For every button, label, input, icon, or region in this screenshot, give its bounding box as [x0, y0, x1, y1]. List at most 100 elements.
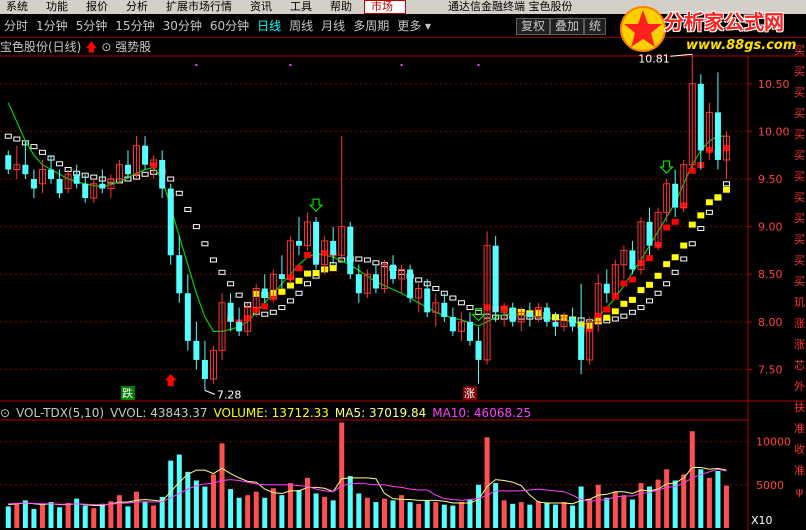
- volume-bar: [433, 502, 439, 528]
- sell-arrow-icon: [164, 374, 177, 387]
- volume-bar: [399, 495, 405, 528]
- volume-bar: [253, 491, 259, 528]
- ma-white-block: [663, 281, 671, 287]
- volume-bar: [236, 497, 242, 528]
- candles: [5, 54, 730, 391]
- volume-bar: [416, 503, 422, 528]
- top-marker-dot: [289, 64, 292, 66]
- volume-bar: [535, 501, 541, 528]
- ma-white-block: [269, 309, 277, 315]
- price-tick-label: 8.00: [758, 316, 783, 329]
- candle-body-down: [176, 255, 183, 294]
- volume-bar: [723, 485, 729, 528]
- candle-body-down: [124, 164, 131, 175]
- volume-bar: [518, 502, 524, 528]
- volume-bar: [74, 498, 80, 528]
- volume-bar: [381, 498, 387, 528]
- candle-body-down: [629, 250, 636, 270]
- ma-white-block: [705, 209, 713, 215]
- candle-body-down: [22, 164, 29, 175]
- volume-bar: [313, 493, 319, 528]
- candle-body-down: [492, 245, 499, 313]
- volume-bar: [689, 431, 695, 528]
- ma-white-block: [286, 298, 294, 304]
- candle-body-down: [99, 183, 106, 189]
- volume-bar: [510, 503, 516, 528]
- volume-bar: [287, 483, 293, 528]
- band-yellow-block: [688, 221, 696, 228]
- band-yellow-block: [697, 212, 705, 219]
- band-red-block: [646, 255, 654, 262]
- chart-canvas[interactable]: 10.81 7.28 跌 涨 X10 7.50 8.00 8.50 9.00 9.50 10.00…: [0, 0, 806, 530]
- ma-white-block: [449, 295, 457, 301]
- volume-bar: [82, 505, 88, 528]
- volume-bar: [493, 483, 499, 528]
- top-marker-dot: [400, 64, 403, 66]
- band-red-block: [628, 276, 636, 283]
- candle-body-down: [184, 293, 191, 341]
- buy-arrow-icon: [308, 198, 324, 212]
- candle-body-down: [159, 159, 166, 189]
- volume-bar: [193, 480, 199, 528]
- volume-bar: [270, 488, 276, 528]
- ma-white-block: [637, 305, 645, 311]
- candle-body-down: [407, 269, 414, 299]
- volume-bar: [604, 497, 610, 528]
- band-yellow-block: [705, 199, 713, 206]
- candle-body-down: [449, 317, 456, 332]
- candle-body-down: [347, 226, 354, 275]
- volume-bar: [228, 489, 234, 528]
- volume-bar: [356, 493, 362, 528]
- ma-white-block: [628, 309, 636, 315]
- candle-body-down: [330, 240, 337, 256]
- ma-white-block: [38, 149, 46, 155]
- volume-bar: [142, 502, 148, 528]
- volume-bar: [151, 505, 157, 528]
- volume-bar: [698, 469, 704, 528]
- volume-bar: [561, 502, 567, 528]
- volume-bar: [65, 502, 71, 528]
- ma-white-block: [688, 241, 696, 247]
- candle-body-down: [569, 317, 576, 327]
- band-yellow-block: [654, 272, 662, 279]
- candle-body-down: [73, 174, 80, 184]
- band-red-block: [620, 280, 628, 287]
- band-yellow-block: [611, 308, 619, 315]
- candle-body-down: [167, 188, 174, 256]
- ma-white-block: [184, 206, 192, 212]
- volume-bar: [364, 497, 370, 528]
- vol-tick-label: 5000: [756, 479, 784, 492]
- volume-bar: [39, 504, 45, 528]
- volume-bar: [655, 479, 661, 528]
- ma-white-block: [218, 269, 226, 275]
- ma-white-block: [355, 256, 363, 262]
- candle-body-down: [236, 321, 243, 332]
- band-yellow-block: [680, 242, 688, 249]
- volume-bar: [373, 502, 379, 528]
- buy-arrow-icon: [659, 160, 674, 174]
- ma-white-block: [295, 290, 303, 296]
- volume-bar: [5, 506, 11, 528]
- ma-white-block: [646, 298, 654, 304]
- candle-body-down: [390, 264, 397, 279]
- vol-scale-label: X10: [751, 514, 773, 527]
- candle-body-down: [697, 83, 704, 151]
- ma-white-block: [457, 300, 465, 306]
- candle-body-down: [355, 274, 362, 294]
- ma-white-block: [466, 305, 474, 311]
- price-tick-label: 9.00: [758, 221, 783, 234]
- volume-bar: [31, 508, 37, 528]
- volume-bar: [305, 477, 311, 528]
- ma-white-block: [611, 316, 619, 322]
- volume-bar: [245, 495, 251, 528]
- ma-white-block: [671, 269, 679, 275]
- ma-white-block: [90, 174, 98, 180]
- candle-body-down: [672, 183, 679, 208]
- candle-body-down: [526, 312, 533, 318]
- candle-body-down: [509, 307, 516, 322]
- volume-bar: [262, 497, 268, 528]
- volume-bar: [99, 503, 105, 528]
- volume-bar: [390, 500, 396, 528]
- candle-body-down: [578, 326, 585, 360]
- ma-white-block: [278, 305, 286, 311]
